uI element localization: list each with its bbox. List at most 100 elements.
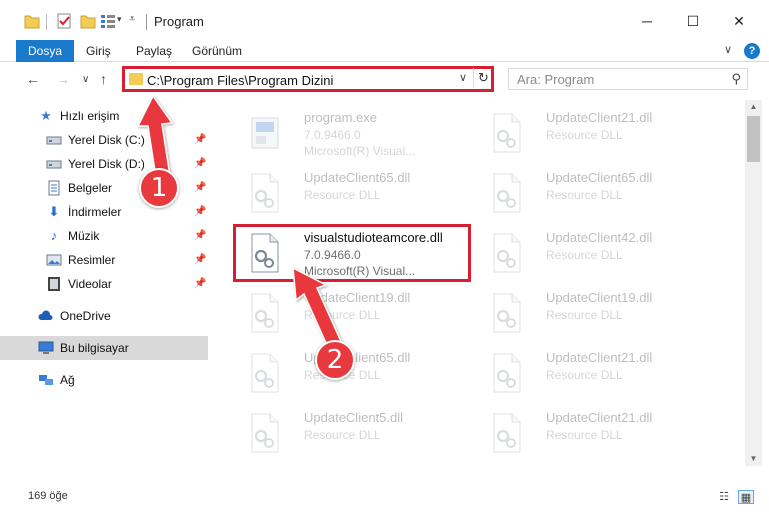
dll-icon [493, 113, 521, 153]
file-tile[interactable]: UpdateClient42.dll Resource DLL [474, 224, 714, 282]
tab-file[interactable]: Dosya [16, 40, 75, 62]
sidebar-item-drive-c[interactable]: Yerel Disk (C:) 📌 [0, 128, 208, 152]
sidebar-item-this-pc[interactable]: Bu bilgisayar [0, 336, 208, 360]
sidebar-item-label: Yerel Disk (C:) [68, 133, 145, 147]
file-tile[interactable]: UpdateClient21.dll Resource DLL [474, 344, 714, 402]
minimize-button[interactable]: ─ [624, 8, 670, 34]
file-info: Resource DLL [546, 428, 623, 442]
sidebar-item-quick-access[interactable]: ★ Hızlı erişim [0, 104, 208, 128]
close-button[interactable]: ✕ [716, 8, 762, 34]
vertical-scrollbar[interactable]: ▲ ▼ [745, 100, 762, 466]
close-icon: ✕ [733, 12, 745, 29]
pin-icon: 📌 [194, 278, 207, 289]
scroll-thumb[interactable] [747, 116, 760, 162]
pin-icon: 📌 [194, 134, 207, 145]
qa-dropdown-icon[interactable]: ▾ [117, 14, 122, 25]
file-name: UpdateClient21.dll [546, 350, 653, 365]
new-folder-icon[interactable] [80, 12, 96, 30]
exe-icon [251, 117, 279, 149]
minimize-icon: ─ [642, 13, 652, 29]
pin-icon: 📌 [194, 206, 207, 217]
dll-icon [251, 293, 279, 333]
step-badge-1: 1 [139, 168, 179, 208]
documents-icon [46, 180, 62, 196]
pin-icon: 📌 [194, 182, 207, 193]
star-icon: ★ [40, 108, 52, 123]
recent-locations-icon[interactable]: ∨ [82, 74, 89, 85]
ribbon-expand-icon[interactable]: ∨ [724, 43, 732, 56]
address-dropdown-icon[interactable]: ∨ [459, 71, 467, 84]
file-tile[interactable]: UpdateClient19.dll Resource DLL [232, 284, 472, 342]
file-info: 7.0.9466.0 [304, 128, 361, 142]
drive-icon [46, 156, 62, 172]
folder-icon[interactable] [24, 12, 40, 30]
file-name: UpdateClient19.dll [304, 290, 411, 305]
address-bar[interactable]: C:\Program Files\Program Dizini ∨ ↻ [122, 66, 494, 92]
file-name: program.exe [304, 110, 377, 125]
pin-icon: 📌 [194, 254, 207, 265]
sidebar-item-onedrive[interactable]: OneDrive [0, 304, 208, 328]
dll-icon [493, 293, 521, 333]
tab-share[interactable]: Paylaş [124, 40, 184, 62]
maximize-button[interactable]: ☐ [670, 8, 716, 34]
sidebar-item-label: Ağ [60, 373, 75, 387]
file-list: program.exe 7.0.9466.0 Microsoft(R) Visual… [212, 100, 744, 466]
download-icon: ⬇ [48, 204, 60, 219]
navigation-pane: ★ Hızlı erişim Yerel Disk (C:) 📌 Yerel D… [0, 100, 210, 466]
up-icon[interactable]: ↑ [100, 71, 107, 87]
sidebar-item-label: Hızlı erişim [60, 109, 120, 123]
file-tile[interactable]: UpdateClient65.dll Resource DLL [474, 164, 714, 222]
step-badge-2: 2 [315, 340, 355, 380]
drive-icon [46, 132, 62, 148]
file-tile[interactable]: UpdateClient65.dll Resource DLL [232, 164, 472, 222]
back-icon[interactable]: ← [26, 71, 40, 87]
file-tile[interactable]: program.exe 7.0.9466.0 Microsoft(R) Visual… [232, 104, 472, 162]
sidebar-item-label: Videolar [68, 277, 112, 291]
dll-icon [251, 353, 279, 393]
refresh-icon[interactable]: ↻ [473, 68, 493, 88]
item-count: 169 öğe [28, 490, 68, 502]
sidebar-item-label: OneDrive [60, 309, 111, 323]
tab-view[interactable]: Görünüm [180, 40, 254, 62]
sidebar-item-label: Yerel Disk (D:) [68, 157, 145, 171]
file-name: UpdateClient65.dll [546, 170, 653, 185]
scroll-up-icon[interactable]: ▲ [745, 100, 762, 114]
highlight-box [233, 224, 471, 282]
sidebar-item-videos[interactable]: Videolar 📌 [0, 272, 208, 296]
sidebar-item-label: Müzik [68, 229, 100, 243]
sidebar-item-pictures[interactable]: Resimler 📌 [0, 248, 208, 272]
folder-icon [129, 73, 143, 85]
file-tile[interactable]: UpdateClient21.dll Resource DLL [474, 404, 714, 462]
file-name: UpdateClient19.dll [546, 290, 653, 305]
cloud-icon [38, 308, 54, 324]
view-details-icon[interactable] [100, 12, 116, 30]
file-info: Resource DLL [546, 308, 623, 322]
sidebar-item-network[interactable]: Ağ [0, 368, 208, 392]
address-text[interactable]: C:\Program Files\Program Dizini [147, 73, 333, 88]
file-tile[interactable]: UpdateClient5.dll Resource DLL [232, 404, 472, 462]
file-name: UpdateClient21.dll [546, 410, 653, 425]
file-name: UpdateClient21.dll [546, 110, 653, 125]
file-tile[interactable]: UpdateClient19.dll Resource DLL [474, 284, 714, 342]
scroll-down-icon[interactable]: ▼ [745, 452, 762, 466]
sidebar-item-drive-d[interactable]: Yerel Disk (D:) 📌 [0, 152, 208, 176]
file-info: Microsoft(R) Visual... [304, 144, 416, 158]
ribbon-tabs: Dosya Giriş Paylaş Görünüm ∨ ? [0, 40, 769, 62]
pin-icon: 📌 [194, 158, 207, 169]
search-placeholder[interactable]: Ara: Program [517, 72, 594, 87]
sidebar-item-label: İndirmeler [68, 205, 122, 219]
help-icon[interactable]: ? [744, 43, 760, 59]
properties-icon[interactable] [56, 12, 72, 30]
customize-toolbar-icon[interactable]: ⩡ [129, 13, 135, 26]
sidebar-item-label: Resimler [68, 253, 116, 267]
sidebar-item-downloads[interactable]: ⬇ İndirmeler 📌 [0, 200, 208, 224]
search-box[interactable]: Ara: Program ⚲ [508, 68, 748, 90]
sidebar-item-music[interactable]: ♪ Müzik 📌 [0, 224, 208, 248]
tab-home[interactable]: Giriş [74, 40, 123, 62]
dll-icon [251, 413, 279, 453]
forward-icon[interactable]: → [56, 71, 70, 87]
tiles-view-icon[interactable]: ▦ [738, 490, 754, 504]
file-tile[interactable]: UpdateClient21.dll Resource DLL [474, 104, 714, 162]
search-icon[interactable]: ⚲ [731, 71, 741, 87]
details-view-icon[interactable]: ☷ [716, 490, 732, 504]
